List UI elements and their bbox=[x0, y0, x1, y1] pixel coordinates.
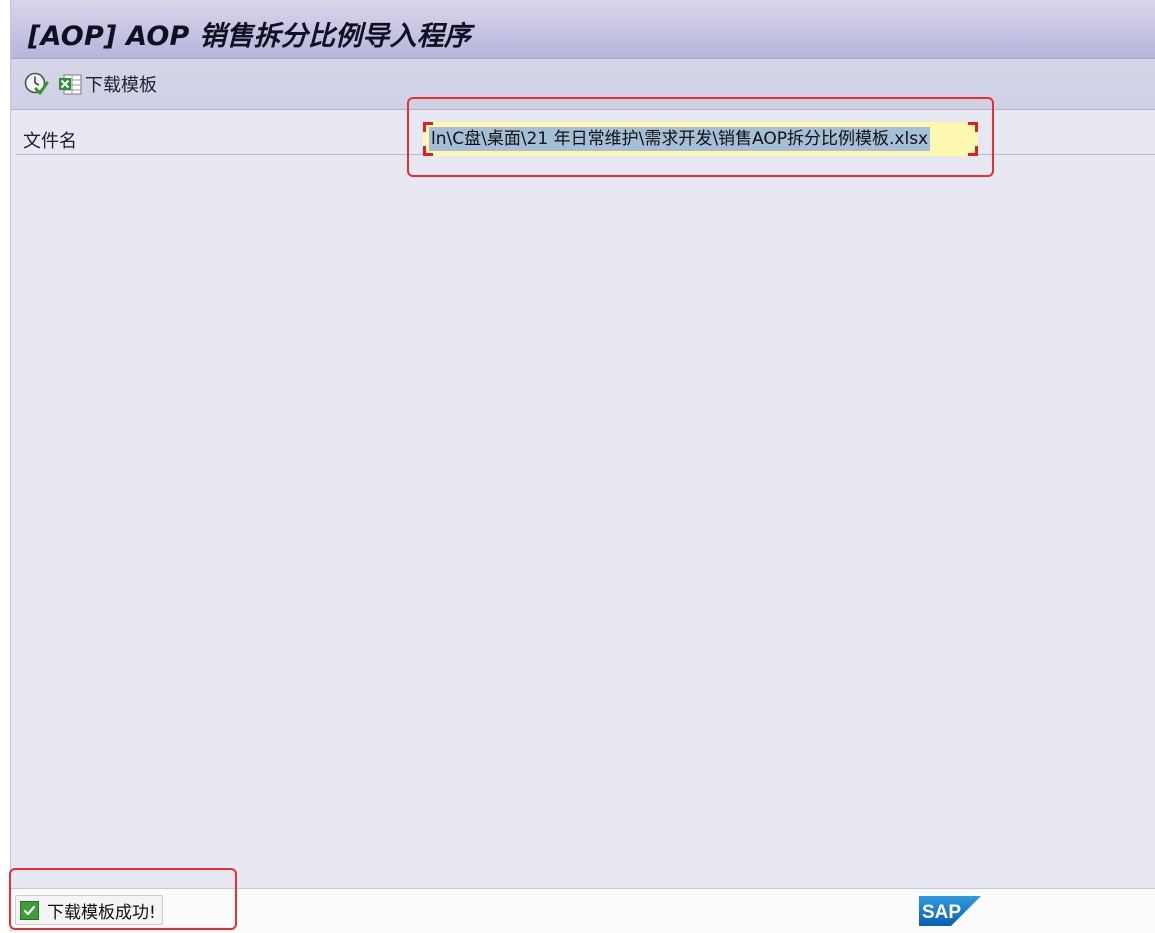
file-name-label: 文件名 bbox=[23, 131, 77, 152]
annotation-box-input bbox=[407, 97, 994, 177]
execute-button[interactable] bbox=[23, 71, 49, 97]
title-bar: [AOP] AOP 销售拆分比例导入程序 bbox=[11, 0, 1155, 59]
page-title: [AOP] AOP 销售拆分比例导入程序 bbox=[28, 21, 472, 52]
annotation-box-status bbox=[9, 868, 237, 930]
download-template-label: 下载模板 bbox=[85, 75, 157, 96]
sap-window: [AOP] AOP 销售拆分比例导入程序 下载模板 文件名 ln\C盘\桌面\2… bbox=[9, 0, 1155, 933]
download-template-button[interactable]: 下载模板 bbox=[57, 71, 157, 97]
excel-download-icon bbox=[59, 74, 82, 95]
sap-logo: SAP bbox=[919, 896, 981, 926]
execute-clock-check-icon bbox=[24, 72, 49, 95]
svg-text:SAP: SAP bbox=[922, 902, 961, 923]
